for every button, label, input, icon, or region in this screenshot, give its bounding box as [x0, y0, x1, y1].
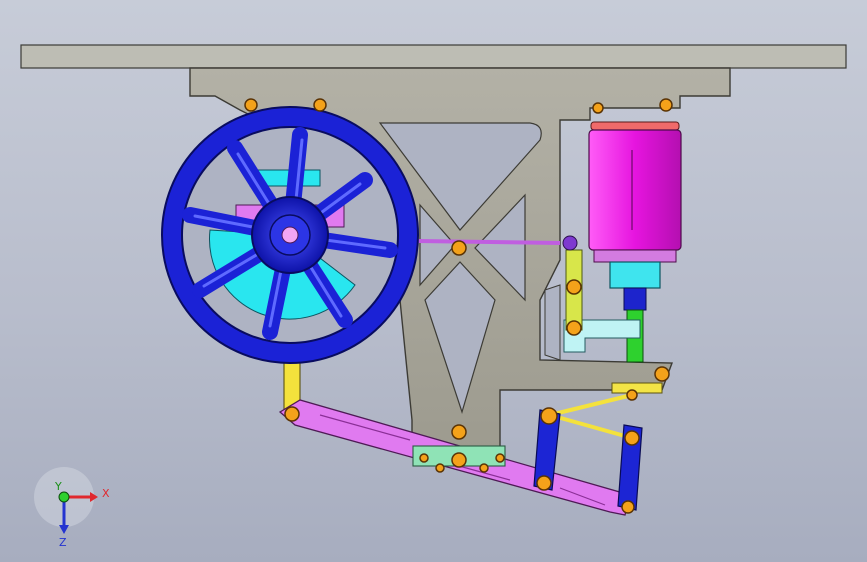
yellow-rod-2[interactable] [549, 413, 633, 440]
graphics-viewport[interactable]: X Y Z [0, 0, 867, 562]
z-axis-label: Z [59, 536, 67, 549]
model-canvas[interactable]: X Y Z [0, 0, 867, 562]
x-axis-label: X [102, 487, 110, 500]
yellow-rod-1[interactable] [549, 393, 633, 417]
y-axis-label: Y [54, 480, 62, 493]
top-plate[interactable] [20, 44, 847, 69]
coordinate-triad: X Y Z [34, 467, 110, 549]
y-axis-dot [58, 491, 70, 503]
flywheel[interactable] [161, 106, 419, 364]
